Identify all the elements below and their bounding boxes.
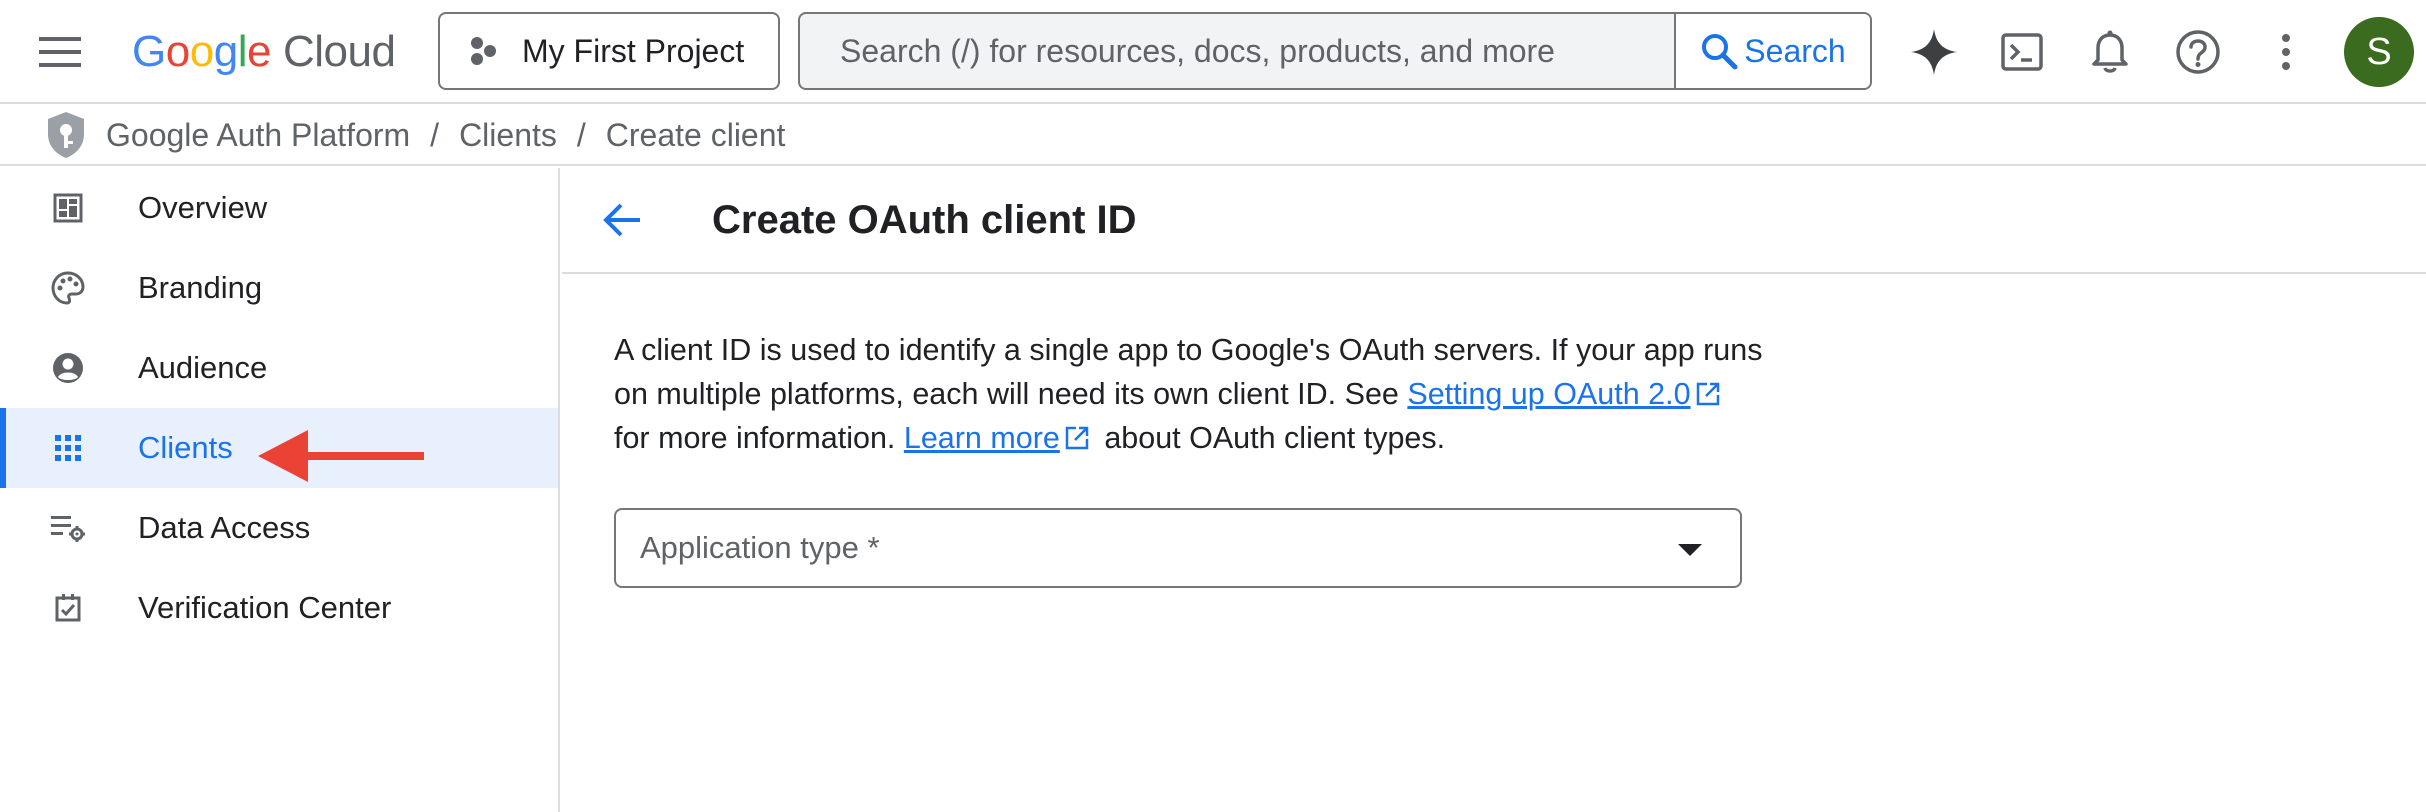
sidebar-item-audience[interactable]: Audience	[0, 328, 558, 408]
page-header: Create OAuth client ID	[562, 168, 2426, 274]
logo-letter: o	[189, 27, 214, 76]
sidebar-item-label: Overview	[138, 190, 268, 225]
notifications-button[interactable]	[2066, 8, 2154, 96]
arrow-back-icon	[603, 203, 640, 237]
project-name: My First Project	[522, 32, 745, 69]
sidebar-item-verification-center[interactable]: Verification Center	[0, 568, 558, 648]
description-text: about OAuth client types.	[1095, 421, 1446, 455]
sidebar-item-label: Clients	[138, 430, 233, 465]
help-icon	[2176, 30, 2220, 74]
setting-up-oauth-link[interactable]: Setting up OAuth 2.0	[1407, 377, 1690, 411]
apps-grid-icon	[50, 430, 86, 466]
palette-icon	[50, 270, 86, 306]
sidebar-item-data-access[interactable]: Data Access	[0, 488, 558, 568]
project-picker-button[interactable]: My First Project	[438, 12, 780, 90]
top-app-bar: Google Cloud My First Project Search (/)…	[0, 0, 2426, 104]
breadcrumb-separator: /	[576, 116, 586, 153]
account-circle-icon	[50, 350, 86, 386]
logo-cloud-text: Cloud	[282, 27, 396, 76]
notifications-bell-icon	[2092, 30, 2128, 73]
sidebar-item-label: Data Access	[138, 510, 311, 545]
logo-letter: g	[213, 27, 238, 76]
learn-more-link[interactable]: Learn more	[904, 421, 1060, 455]
gemini-button[interactable]	[1890, 8, 1978, 96]
logo-letter: G	[132, 27, 166, 76]
logo-letter: e	[246, 27, 271, 76]
open-in-new-icon	[1065, 426, 1089, 450]
auth-platform-shield-icon	[48, 112, 84, 158]
back-button[interactable]	[582, 180, 662, 260]
description-text: for more information.	[614, 421, 904, 455]
account-avatar[interactable]: S	[2344, 17, 2414, 87]
sidebar-item-overview[interactable]: Overview	[0, 168, 558, 248]
main-content: Create OAuth client ID A client ID is us…	[562, 168, 2426, 812]
breadcrumb-clients[interactable]: Clients	[459, 117, 557, 154]
more-options-button[interactable]	[2242, 8, 2330, 96]
sidebar-item-label: Verification Center	[138, 590, 392, 625]
google-cloud-logo[interactable]: Google Cloud	[132, 22, 396, 82]
search-input[interactable]	[800, 14, 1674, 88]
open-in-new-icon	[1696, 382, 1719, 406]
sidebar-item-label: Audience	[138, 350, 268, 385]
sidebar-item-clients[interactable]: Clients	[0, 408, 558, 488]
search-button-label: Search	[1744, 32, 1846, 69]
logo-letter: l	[237, 27, 248, 76]
data-access-icon	[50, 510, 86, 546]
hamburger-menu-icon	[39, 37, 81, 67]
application-type-select[interactable]: Application type *	[614, 508, 1742, 588]
sidebar-nav: Overview Branding Audience Clients Data …	[0, 168, 560, 812]
gemini-icon	[1911, 29, 1957, 75]
dropdown-arrow-icon	[1678, 544, 1702, 556]
search-button[interactable]: Search	[1674, 14, 1870, 88]
dashboard-icon	[50, 190, 86, 226]
search-icon	[1702, 34, 1738, 70]
breadcrumb-separator: /	[430, 116, 440, 153]
cloud-shell-button[interactable]	[1978, 8, 2066, 96]
sidebar-item-label: Branding	[138, 270, 263, 305]
help-button[interactable]	[2154, 8, 2242, 96]
project-hexagons-icon	[471, 37, 496, 65]
breadcrumb-google-auth-platform[interactable]: Google Auth Platform	[106, 117, 410, 154]
cloud-shell-icon	[2001, 33, 2043, 71]
search-bar: Search	[798, 12, 1872, 90]
breadcrumb-create-client: Create client	[605, 116, 786, 153]
red-arrow-annotation	[258, 430, 424, 482]
page-title: Create OAuth client ID	[712, 197, 1137, 242]
sidebar-item-branding[interactable]: Branding	[0, 248, 558, 328]
main-menu-button[interactable]	[24, 24, 96, 80]
top-icon-group: S	[1890, 0, 2426, 104]
logo-letter: o	[165, 27, 190, 76]
more-vert-icon	[2282, 34, 2290, 70]
verification-icon	[50, 590, 86, 626]
client-id-description: A client ID is used to identify a single…	[614, 328, 1764, 460]
breadcrumb: Google Auth Platform / Clients / Create …	[0, 106, 2426, 166]
application-type-placeholder: Application type *	[640, 530, 880, 565]
